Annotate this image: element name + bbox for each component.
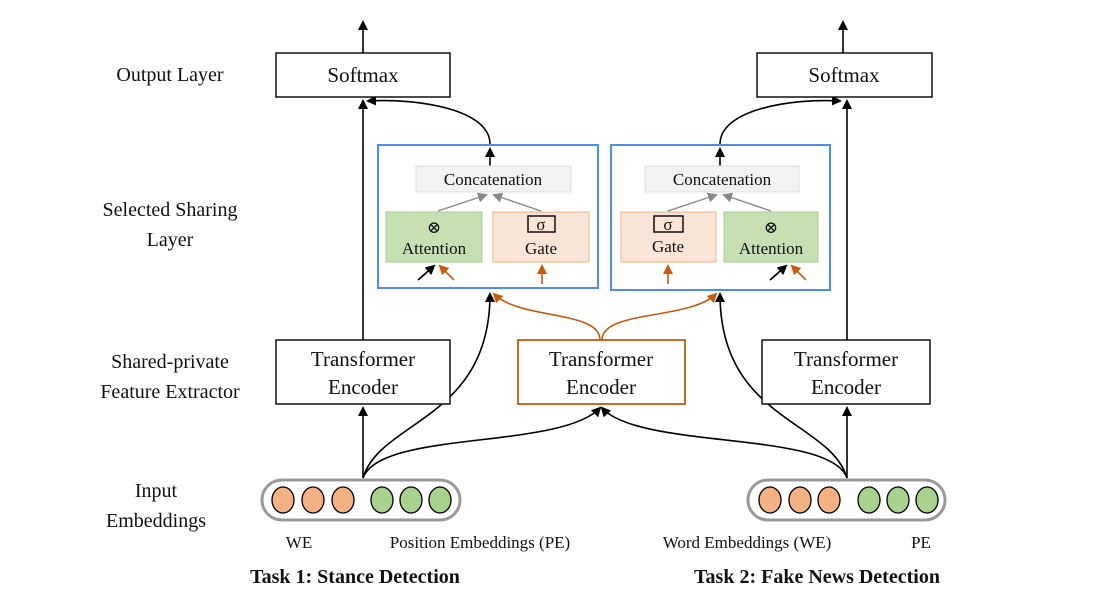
- arrow-right-input-shared-encoder: [600, 406, 848, 479]
- arrow-left-sharing-softmax: [366, 95, 491, 145]
- gate-box: σ Gate: [620, 211, 717, 263]
- svg-text:Attention: Attention: [402, 239, 467, 258]
- label-sharing-layer-1: Selected Sharing: [103, 199, 238, 221]
- position-embedding-node: [370, 486, 394, 514]
- position-embedding-node: [915, 486, 939, 514]
- gray-arrows: [437, 192, 772, 212]
- label-extractor-2: Feature Extractor: [100, 381, 240, 403]
- otimes-icon: ⊗: [427, 218, 441, 237]
- task2-title: Task 2: Fake News Detection: [694, 566, 940, 588]
- arrow-left-input-shared-encoder: [362, 406, 602, 479]
- task2-private-encoder: Transformer Encoder: [761, 339, 931, 405]
- otimes-icon: ⊗: [764, 218, 778, 237]
- attention-box: ⊗ Attention: [723, 211, 819, 263]
- task2-input-embeddings: [746, 478, 947, 522]
- task1-softmax-box: Softmax: [275, 52, 451, 98]
- task1-selected-sharing-layer: Concatenation ⊗ Attention σ Gate: [377, 144, 599, 289]
- arrow-right-sharing-softmax: [719, 95, 842, 145]
- svg-text:Transformer: Transformer: [549, 347, 653, 371]
- architecture-diagram: Output Layer Selected Sharing Layer Shar…: [100, 20, 947, 588]
- task1-private-encoder: Transformer Encoder: [275, 339, 451, 405]
- gate-box: σ Gate: [492, 211, 590, 263]
- task2-selected-sharing-layer: Concatenation σ Gate ⊗ Attention: [610, 144, 831, 291]
- svg-text:Transformer: Transformer: [311, 347, 415, 371]
- shared-encoder: Transformer Encoder: [517, 339, 686, 405]
- task2-softmax-box: Softmax: [756, 52, 933, 98]
- task2-we-label: Word Embeddings (WE): [663, 533, 832, 552]
- word-embedding-node: [271, 486, 295, 514]
- word-embedding-node: [331, 486, 355, 514]
- label-sharing-layer-2: Layer: [147, 229, 194, 251]
- label-output-layer: Output Layer: [116, 64, 224, 86]
- position-embedding-node: [399, 486, 423, 514]
- svg-text:σ: σ: [663, 215, 672, 234]
- task1-input-embeddings: [260, 478, 462, 522]
- attention-box: ⊗ Attention: [385, 211, 483, 263]
- task1-pe-label: Position Embeddings (PE): [390, 533, 570, 552]
- svg-text:Transformer: Transformer: [794, 347, 898, 371]
- word-embedding-node: [758, 486, 782, 514]
- svg-text:Softmax: Softmax: [808, 63, 880, 87]
- svg-text:Encoder: Encoder: [328, 375, 398, 399]
- word-embedding-node: [817, 486, 841, 514]
- label-input-2: Embeddings: [106, 510, 206, 532]
- label-extractor-1: Shared-private: [111, 351, 229, 373]
- svg-text:Gate: Gate: [525, 239, 557, 258]
- task1-we-label: WE: [286, 533, 312, 552]
- svg-text:Attention: Attention: [739, 239, 804, 258]
- svg-text:Concatenation: Concatenation: [673, 170, 772, 189]
- orange-arrows: [438, 264, 807, 341]
- svg-text:σ: σ: [536, 215, 545, 234]
- svg-text:Softmax: Softmax: [327, 63, 399, 87]
- svg-text:Concatenation: Concatenation: [444, 170, 543, 189]
- svg-text:Encoder: Encoder: [811, 375, 881, 399]
- position-embedding-node: [886, 486, 910, 514]
- svg-text:Gate: Gate: [652, 237, 684, 256]
- task1-title: Task 1: Stance Detection: [250, 566, 460, 588]
- svg-text:Encoder: Encoder: [566, 375, 636, 399]
- word-embedding-node: [301, 486, 325, 514]
- position-embedding-node: [428, 486, 452, 514]
- task2-pe-label: PE: [911, 533, 931, 552]
- label-input-1: Input: [135, 480, 178, 502]
- position-embedding-node: [857, 486, 881, 514]
- word-embedding-node: [788, 486, 812, 514]
